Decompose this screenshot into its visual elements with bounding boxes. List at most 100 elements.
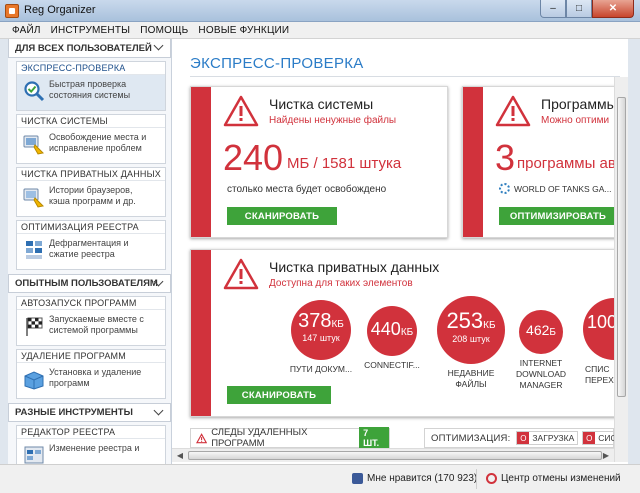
broom-icon [23, 135, 45, 155]
status-bar: Мне нравится (170 923) Центр отмены изме… [0, 464, 640, 493]
cleanup-size-unit: МБ / 1581 штука [287, 155, 402, 172]
menu-help[interactable]: ПОМОЩЬ [140, 25, 188, 36]
sidebar-item-title: ЧИСТКА ПРИВАТНЫХ ДАННЫХ [17, 168, 165, 181]
privacy-item-circle[interactable]: 378КБ 147 штук [291, 300, 351, 360]
group-header-advanced-users[interactable]: ОПЫТНЫМ ПОЛЬЗОВАТЕЛЯМ [8, 274, 171, 293]
menu-tools[interactable]: ИНСТРУМЕНТЫ [51, 25, 131, 36]
privacy-item-label: ПУТИ ДОКУМ... [289, 364, 353, 374]
status-separator [476, 469, 477, 489]
gear-icon [499, 183, 510, 194]
like-label: Мне нравится (170 923) [367, 473, 478, 484]
privacy-item-size: 378КБ [298, 310, 344, 332]
sidebar: ДЛЯ ВСЕХ ПОЛЬЗОВАТЕЛЕЙ ЭКСПРЕСС-ПРОВЕРКА… [8, 39, 172, 464]
privacy-item-label: НЕДАВНИЕ ФАЙЛЫ [447, 368, 495, 389]
uninstalled-traces-strip[interactable]: СЛЕДЫ УДАЛЕННЫХ ПРОГРАММ 7 ШТ. [190, 427, 390, 449]
warning-icon [223, 95, 259, 127]
page-title: ЭКСПРЕСС-ПРОВЕРКА [190, 55, 364, 72]
group-label: ДЛЯ ВСЕХ ПОЛЬЗОВАТЕЛЕЙ [15, 42, 152, 54]
card-accent-bar [191, 250, 211, 416]
vertical-scroll-thumb[interactable] [617, 97, 626, 397]
opera-icon: O [583, 432, 596, 444]
cleanup-note: столько места будет освобождено [227, 184, 387, 195]
group-header-all-users[interactable]: ДЛЯ ВСЕХ ПОЛЬЗОВАТЕЛЕЙ [8, 39, 171, 58]
vertical-scrollbar[interactable] [614, 77, 628, 462]
sidebar-item-private-cleanup[interactable]: ЧИСТКА ПРИВАТНЫХ ДАННЫХ Истории браузеро… [16, 167, 166, 217]
warning-icon [223, 258, 259, 290]
privacy-item-count: 147 штук [302, 333, 340, 343]
card-title: Чистка приватных данных [269, 259, 440, 275]
scan-privacy-button[interactable]: СКАНИРОВАТЬ [227, 386, 331, 404]
privacy-item-size: 253КБ [446, 308, 496, 333]
cleanup-size-value: 240 [223, 137, 284, 178]
privacy-item-size: 462Б [526, 322, 556, 338]
title-divider [190, 76, 620, 77]
traces-count-badge: 7 ШТ. [359, 427, 390, 449]
privacy-item-circle[interactable]: 253КБ 208 штук [437, 296, 505, 364]
sidebar-item-system-cleanup[interactable]: ЧИСТКА СИСТЕМЫ Освобождение места и испр… [16, 114, 166, 164]
card-accent-bar [463, 87, 483, 237]
privacy-item-circle[interactable]: 440КБ [367, 306, 417, 356]
horizontal-scrollbar[interactable]: ◀ ▶ [172, 448, 614, 462]
close-button[interactable]: ✕ [592, 0, 634, 18]
privacy-item-size: 440КБ [370, 319, 414, 339]
sidebar-item-title: ЧИСТКА СИСТЕМЫ [17, 115, 165, 128]
scroll-right-arrow-icon[interactable]: ▶ [600, 451, 612, 460]
optimization-chip-boot[interactable]: O ЗАГРУЗКА [516, 431, 579, 445]
like-button[interactable]: Мне нравится (170 923) [352, 473, 477, 484]
registry-editor-icon [24, 446, 44, 464]
sidebar-item-desc: программ [49, 378, 90, 388]
sidebar-item-desc: Быстрая проверка [49, 79, 127, 89]
package-box-icon [24, 371, 44, 390]
card-accent-bar [191, 87, 211, 237]
undo-center-button[interactable]: Центр отмены изменений [486, 473, 621, 484]
group-header-misc-tools[interactable]: РАЗНЫЕ ИНСТРУМЕНТЫ [8, 403, 171, 422]
maximize-button[interactable]: □ [566, 0, 592, 18]
horizontal-scroll-thumb[interactable] [188, 451, 602, 460]
title-bar: Reg Organizer – □ ✕ [0, 0, 640, 22]
sidebar-item-registry-optimization[interactable]: ОПТИМИЗАЦИЯ РЕЕСТРА Дефрагментация и сжа… [16, 220, 166, 270]
optimize-button[interactable]: ОПТИМИЗИРОВАТЬ [499, 207, 617, 225]
race-flag-icon [26, 317, 43, 336]
menu-new-features[interactable]: НОВЫЕ ФУНКЦИИ [198, 25, 289, 36]
privacy-item-circle[interactable]: 462Б [519, 310, 563, 354]
group-label: ОПЫТНЫМ ПОЛЬЗОВАТЕЛЯМ [15, 278, 158, 289]
privacy-item-count: 208 штук [452, 334, 490, 344]
sidebar-item-express-check[interactable]: ЭКСПРЕСС-ПРОВЕРКА Быстрая проверка состо… [16, 61, 166, 111]
window-title: Reg Organizer [24, 4, 96, 16]
sidebar-item-desc: сжатие реестра [49, 249, 115, 259]
card-title: Чистка системы [269, 96, 374, 112]
card-subtitle: Можно оптими [541, 115, 610, 126]
minimize-button[interactable]: – [540, 0, 566, 18]
traces-label: СЛЕДЫ УДАЛЕННЫХ ПРОГРАММ [211, 427, 308, 449]
sidebar-item-desc: состояния системы [49, 90, 131, 100]
menu-bar: ФАЙЛ ИНСТРУМЕНТЫ ПОМОЩЬ НОВЫЕ ФУНКЦИИ [0, 22, 640, 39]
sidebar-item-desc: Изменение реестра и [49, 443, 140, 453]
undo-center-label: Центр отмены изменений [501, 473, 621, 484]
sidebar-item-registry-editor[interactable]: РЕДАКТОР РЕЕСТРА Изменение реестра и [16, 425, 166, 464]
window-controls: – □ ✕ [540, 0, 634, 18]
chevron-down-icon[interactable] [154, 278, 164, 288]
menu-file[interactable]: ФАЙЛ [12, 25, 41, 36]
sidebar-item-desc: Освобождение места и [49, 132, 147, 142]
check-magnifier-icon [24, 81, 45, 102]
privacy-broom-icon [23, 188, 45, 208]
autostart-program-name: WORLD OF TANKS GA... [514, 183, 612, 194]
system-cleanup-card: Чистка системы Найдены ненужные файлы 24… [190, 86, 448, 238]
app-logo-icon [5, 4, 19, 18]
chevron-down-icon[interactable] [154, 42, 164, 52]
thumbs-up-icon [352, 473, 363, 484]
sidebar-item-title: УДАЛЕНИЕ ПРОГРАММ [17, 350, 165, 363]
autostart-program-item[interactable]: WORLD OF TANKS GA... [499, 183, 628, 194]
scan-system-button[interactable]: СКАНИРОВАТЬ [227, 207, 337, 225]
sidebar-item-desc: исправление проблем [49, 143, 142, 153]
sidebar-item-title: ЭКСПРЕСС-ПРОВЕРКА [17, 62, 165, 75]
sidebar-item-uninstall[interactable]: УДАЛЕНИЕ ПРОГРАММ Установка и удаление п… [16, 349, 166, 399]
sidebar-item-desc: Запускаемые вместе с [49, 314, 144, 324]
undo-icon [486, 473, 497, 484]
privacy-item-label: CONNECTIF... [364, 360, 420, 370]
registry-defrag-icon [26, 241, 42, 259]
sidebar-item-autostart[interactable]: АВТОЗАПУСК ПРОГРАММ Запускаемые вместе с… [16, 296, 166, 346]
scroll-left-arrow-icon[interactable]: ◀ [174, 451, 186, 460]
chevron-down-icon[interactable] [154, 407, 164, 417]
sidebar-item-title: ОПТИМИЗАЦИЯ РЕЕСТРА [17, 221, 165, 234]
